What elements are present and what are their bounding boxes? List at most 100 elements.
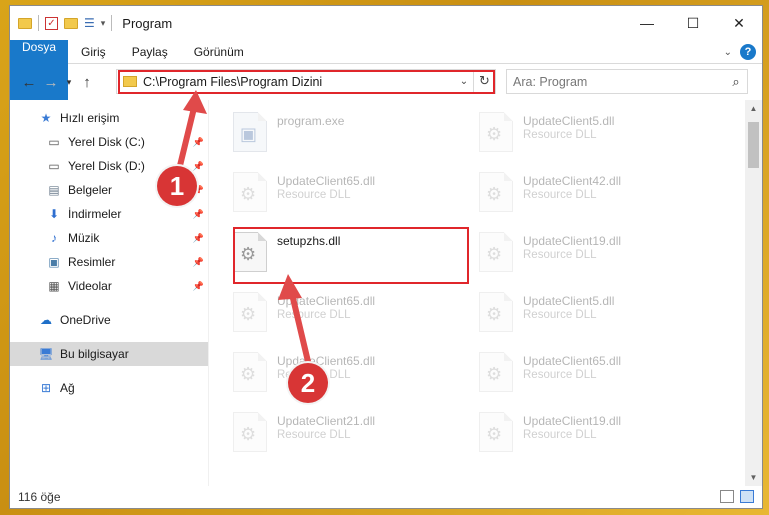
search-box[interactable]: ⌕ <box>506 69 748 94</box>
tab-view[interactable]: Görünüm <box>181 40 257 63</box>
sidebar-item-label: Belgeler <box>68 183 113 197</box>
sidebar-item-this-pc[interactable]: 🖥 Bu bilgisayar <box>10 342 208 366</box>
expand-ribbon-icon[interactable]: ⌄ <box>724 47 732 58</box>
sidebar-item-label: Videolar <box>68 279 112 293</box>
tab-home[interactable]: Giriş <box>68 40 119 63</box>
list-item[interactable]: ⚙ UpdateClient19.dll Resource DLL <box>479 406 725 466</box>
maximize-button[interactable]: ☐ <box>670 6 716 40</box>
forward-arrow-icon[interactable]: → <box>40 74 62 91</box>
status-bar: 116 öğe <box>10 486 762 508</box>
scroll-thumb[interactable] <box>748 122 759 168</box>
sidebar-item-network[interactable]: ⊞ Ağ <box>10 376 208 400</box>
file-type: Resource DLL <box>523 189 597 201</box>
dll-file-icon: ⚙ <box>233 292 267 332</box>
divider <box>38 15 39 31</box>
exe-file-icon: ▣ <box>233 112 267 152</box>
list-item[interactable]: ⚙ UpdateClient65.dllResource DLL <box>233 166 479 226</box>
pin-icon[interactable]: 📌 <box>193 257 204 268</box>
list-item[interactable]: ⚙ UpdateClient5.dll Resource DLL <box>479 106 725 166</box>
minimize-button[interactable]: — <box>624 6 670 40</box>
sidebar-item-videos[interactable]: ▦ Videolar 📌 <box>10 274 208 298</box>
list-item[interactable]: ▣ program.exe <box>233 106 479 166</box>
pin-icon[interactable]: 📌 <box>193 209 204 220</box>
network-icon: ⊞ <box>40 381 52 395</box>
help-icon[interactable]: ? <box>740 44 756 60</box>
customize-toolbar-icon[interactable]: ▾ <box>101 18 106 29</box>
window-controls: — ☐ ✕ <box>624 6 762 40</box>
dll-file-icon: ⚙ <box>479 112 513 152</box>
cloud-icon: ☁ <box>40 313 52 327</box>
file-name: UpdateClient19.dll <box>523 234 622 248</box>
tab-share[interactable]: Paylaş <box>119 40 181 63</box>
file-type: Resource DLL <box>523 429 597 441</box>
file-name: UpdateClient65.dll <box>277 174 376 188</box>
new-folder-icon[interactable] <box>64 17 78 29</box>
file-type: Resource DLL <box>523 309 597 321</box>
arrow-2 <box>278 274 313 373</box>
vertical-scrollbar[interactable]: ▲ ▼ <box>745 100 762 486</box>
sidebar-item-pictures[interactable]: ▣ Resimler 📌 <box>10 250 208 274</box>
search-input[interactable] <box>513 74 725 89</box>
back-arrow-icon[interactable]: ← <box>18 74 40 91</box>
file-type: Resource DLL <box>523 249 597 261</box>
list-item[interactable]: ⚙ UpdateClient42.dll Resource DLL <box>479 166 725 226</box>
step-badge-2: 2 <box>288 363 328 403</box>
file-type: Resource DLL <box>277 429 351 441</box>
file-type: Resource DLL <box>523 129 597 141</box>
document-icon: ▤ <box>48 183 60 197</box>
recent-locations-icon[interactable]: ▾ <box>62 77 76 88</box>
list-item[interactable]: ⚙ UpdateClient65.dllResource DLL <box>233 286 479 346</box>
large-icons-view-icon[interactable] <box>740 490 754 503</box>
list-item[interactable]: ⚙ UpdateClient19.dll Resource DLL <box>479 226 725 286</box>
dll-file-icon: ⚙ <box>479 352 513 392</box>
pictures-icon: ▣ <box>48 255 60 269</box>
scroll-up-icon[interactable]: ▲ <box>745 100 762 117</box>
view-properties-icon[interactable]: ☰ <box>84 16 95 30</box>
sidebar-item-music[interactable]: ♪ Müzik 📌 <box>10 226 208 250</box>
list-item[interactable]: ⚙ UpdateClient65.dllResource DLL <box>233 346 479 406</box>
pin-icon[interactable]: 📌 <box>193 281 204 292</box>
search-icon[interactable]: ⌕ <box>725 74 747 90</box>
sidebar-item-label: Hızlı erişim <box>60 111 120 125</box>
folder-icon <box>18 17 32 29</box>
computer-icon: 🖥 <box>38 347 54 361</box>
download-icon: ⬇ <box>48 207 60 221</box>
dll-file-icon: ⚙ <box>479 292 513 332</box>
file-type: Resource DLL <box>277 189 351 201</box>
list-item[interactable]: ⚙ UpdateClient21.dll Resource DLL <box>233 406 479 466</box>
details-view-icon[interactable] <box>720 490 734 503</box>
window-title: Program <box>122 15 173 31</box>
sidebar-item-label: OneDrive <box>60 313 111 327</box>
properties-check-icon[interactable]: ✓ <box>45 16 58 30</box>
file-type: Resource DLL <box>523 369 597 381</box>
close-button[interactable]: ✕ <box>716 6 762 40</box>
file-name: UpdateClient42.dll <box>523 174 622 188</box>
drive-icon: ▭ <box>48 135 60 149</box>
list-item[interactable]: ⚙ UpdateClient65.dllResource DLL <box>479 346 725 406</box>
file-name: UpdateClient5.dll <box>523 294 615 308</box>
file-name: UpdateClient19.dll <box>523 414 622 428</box>
sidebar-item-onedrive[interactable]: ☁ OneDrive <box>10 308 208 332</box>
dll-file-icon: ⚙ <box>479 232 513 272</box>
up-arrow-icon[interactable]: ↑ <box>76 74 98 91</box>
dll-file-icon: ⚙ <box>479 172 513 212</box>
sidebar-item-label: Yerel Disk (C:) <box>68 135 145 149</box>
file-name: UpdateClient65.dll <box>523 354 622 368</box>
file-name: program.exe <box>277 114 345 128</box>
sidebar-item-label: İndirmeler <box>68 207 122 221</box>
dll-file-icon: ⚙ <box>233 352 267 392</box>
sidebar-item-label: Müzik <box>68 231 100 245</box>
sidebar-item-label: Resimler <box>68 255 116 269</box>
file-highlight-box <box>233 227 469 284</box>
pin-icon[interactable]: 📌 <box>193 233 204 244</box>
divider <box>111 15 113 31</box>
star-icon: ★ <box>40 111 52 125</box>
item-count: 116 öğe <box>18 490 61 504</box>
sidebar-item-label: Ağ <box>60 381 75 395</box>
ribbon-tabs: Dosya Giriş Paylaş Görünüm ⌄ ? <box>10 40 762 100</box>
list-item[interactable]: ⚙ UpdateClient5.dll Resource DLL <box>479 286 725 346</box>
dll-file-icon: ⚙ <box>233 412 267 452</box>
scroll-down-icon[interactable]: ▼ <box>745 469 762 486</box>
